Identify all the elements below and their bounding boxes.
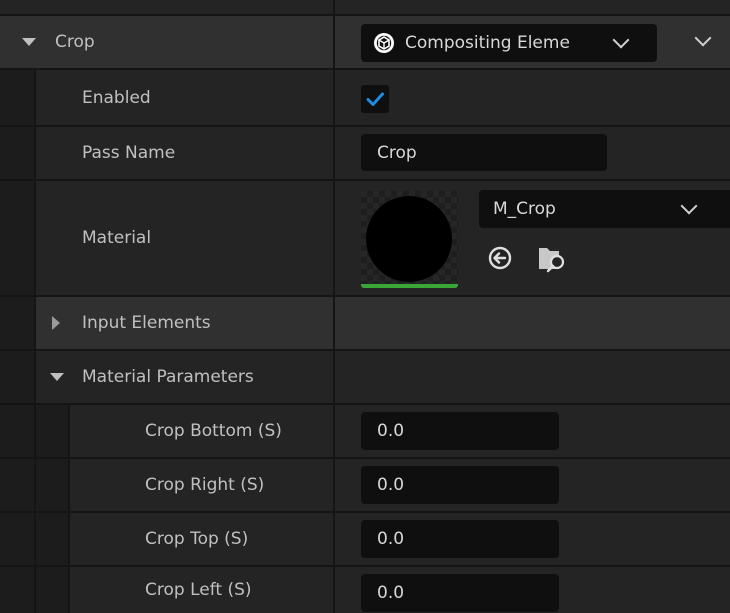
param-value-cell: 0.0	[335, 513, 730, 565]
param-value-cell: 0.0	[335, 459, 730, 511]
material-label: Material	[82, 228, 152, 248]
indent-gutter	[0, 70, 34, 125]
enabled-value-cell	[335, 70, 730, 125]
material-parameters-label: Material Parameters	[82, 367, 254, 387]
indent-gutter	[0, 297, 34, 349]
material-thumbnail-bar	[361, 284, 458, 288]
indent-gutter-2	[36, 513, 68, 565]
param-name-cell: Crop Left (S)	[0, 567, 333, 613]
use-selected-arrow-icon[interactable]	[487, 245, 513, 271]
param-label: Crop Top (S)	[145, 529, 249, 549]
class-selector-value: Compositing Eleme	[405, 33, 570, 53]
pass-name-value-cell: Crop	[335, 127, 730, 179]
pass-name-name-cell: Pass Name	[0, 127, 333, 179]
param-name-cell: Crop Top (S)	[0, 513, 333, 565]
enabled-checkbox[interactable]	[361, 85, 389, 113]
indent-gutter	[0, 513, 34, 565]
indent-border-2	[68, 405, 70, 457]
material-value-cell: M_Crop	[335, 181, 730, 295]
material-name-cell: Material	[0, 181, 333, 295]
indent-gutter-2	[36, 459, 68, 511]
collapse-arrow-icon[interactable]	[50, 373, 64, 381]
indent-border-2	[68, 459, 70, 511]
indent-border	[34, 127, 36, 179]
param-label: Crop Bottom (S)	[145, 421, 282, 441]
details-panel: Crop Compositing Eleme Enabled Pass Name…	[0, 0, 730, 613]
input-elements-expander[interactable]	[52, 297, 60, 349]
param-row-crop-right: Crop Right (S) 0.0	[0, 459, 730, 511]
param-value-cell: 0.0	[335, 405, 730, 457]
indent-border	[34, 297, 36, 349]
expand-arrow-icon[interactable]	[52, 316, 60, 330]
param-name-cell: Crop Bottom (S)	[0, 405, 333, 457]
indent-border-2	[68, 567, 70, 613]
param-value-input[interactable]: 0.0	[361, 412, 559, 450]
indent-gutter	[0, 459, 34, 511]
pass-name-row: Pass Name Crop	[0, 127, 730, 179]
param-value-input[interactable]: 0.0	[361, 466, 559, 504]
param-value-cell: 0.0	[335, 567, 730, 613]
chevron-down-icon	[680, 197, 698, 215]
material-parameters-row[interactable]: Material Parameters	[0, 351, 730, 403]
input-elements-name-cell: Input Elements	[0, 297, 333, 349]
material-preview-sphere	[366, 196, 452, 282]
material-asset-name: M_Crop	[493, 199, 556, 219]
indent-gutter	[0, 351, 34, 403]
checkmark-icon	[366, 92, 384, 106]
crop-category-row[interactable]: Crop Compositing Eleme	[0, 16, 730, 68]
indent-gutter-2	[36, 405, 68, 457]
input-elements-row[interactable]: Input Elements	[0, 297, 730, 349]
indent-border-2	[68, 513, 70, 565]
pass-name-label: Pass Name	[82, 143, 176, 163]
material-parameters-value-cell	[335, 351, 730, 403]
param-value-input[interactable]: 0.0	[361, 520, 559, 558]
material-row: Material M_Crop	[0, 181, 730, 295]
param-label: Crop Right (S)	[145, 475, 265, 495]
param-row-crop-bottom: Crop Bottom (S) 0.0	[0, 405, 730, 457]
input-elements-label: Input Elements	[82, 313, 211, 333]
crop-value-cell: Compositing Eleme	[335, 16, 730, 68]
param-value-input[interactable]: 0.0	[361, 574, 559, 612]
top-strip	[0, 0, 730, 14]
param-label: Crop Left (S)	[145, 580, 252, 600]
row-options-chevron-icon[interactable]	[694, 29, 712, 47]
chevron-down-icon	[612, 31, 630, 49]
enabled-name-cell: Enabled	[0, 70, 333, 125]
material-thumbnail[interactable]	[361, 191, 458, 288]
indent-border	[34, 351, 36, 403]
crop-title: Crop	[55, 32, 95, 52]
param-row-crop-top: Crop Top (S) 0.0	[0, 513, 730, 565]
param-row-crop-left: Crop Left (S) 0.0	[0, 567, 730, 613]
indent-border	[34, 181, 36, 295]
indent-gutter	[0, 127, 34, 179]
top-separator	[333, 0, 335, 14]
unreal-logo-icon	[374, 33, 394, 53]
enabled-row: Enabled	[0, 70, 730, 125]
indent-gutter-2	[36, 567, 68, 613]
crop-expander[interactable]	[22, 16, 36, 68]
indent-border	[34, 70, 36, 125]
pass-name-input[interactable]: Crop	[361, 134, 607, 171]
input-elements-value-cell	[335, 297, 730, 349]
collapse-arrow-icon[interactable]	[22, 38, 36, 46]
indent-gutter	[0, 567, 34, 613]
browse-folder-icon[interactable]	[537, 243, 567, 273]
class-selector-combo[interactable]: Compositing Eleme	[361, 24, 657, 62]
crop-name-cell: Crop	[0, 16, 333, 68]
indent-gutter	[0, 405, 34, 457]
indent-gutter	[0, 181, 34, 295]
param-name-cell: Crop Right (S)	[0, 459, 333, 511]
material-asset-combo[interactable]: M_Crop	[479, 190, 730, 228]
material-parameters-name-cell: Material Parameters	[0, 351, 333, 403]
enabled-label: Enabled	[82, 87, 151, 108]
material-parameters-expander[interactable]	[50, 351, 64, 403]
